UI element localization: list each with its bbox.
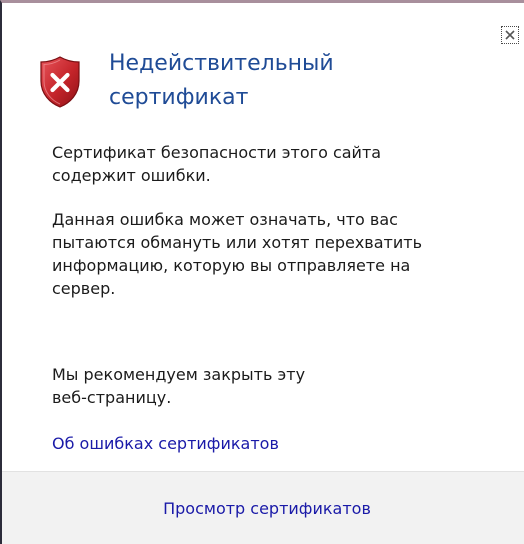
dialog-title: Недействительный сертификат <box>109 47 409 115</box>
close-icon <box>505 30 515 40</box>
certificate-risk-explanation: Данная ошибка может означать, что вас пы… <box>52 208 492 300</box>
recommendation-text: Мы рекомендуем закрыть эту веб-страницу. <box>52 363 492 409</box>
certificate-errors-link[interactable]: Об ошибках сертификатов <box>52 432 279 455</box>
dialog-footer: Просмотр сертификатов <box>2 471 524 544</box>
certificate-error-dialog: Недействительный сертификат Сертификат б… <box>0 0 524 544</box>
message-line: Сертификат безопасности этого сайта <box>52 143 382 162</box>
explanation-line: сервер. <box>52 279 116 298</box>
title-line-1: Недействительный <box>109 51 334 76</box>
dialog-header: Недействительный сертификат <box>38 47 409 115</box>
explanation-line: пытаются обмануть или хотят перехватить <box>52 233 423 252</box>
recommendation-line: Мы рекомендуем закрыть эту <box>52 365 306 384</box>
title-line-2: сертификат <box>109 85 249 110</box>
view-certificates-link[interactable]: Просмотр сертификатов <box>163 499 371 518</box>
close-button[interactable] <box>501 26 519 44</box>
shield-error-icon <box>40 56 80 108</box>
explanation-line: Данная ошибка может означать, что вас <box>52 210 398 229</box>
message-line: содержит ошибки. <box>52 166 211 185</box>
recommendation-line: веб-страницу. <box>52 388 172 407</box>
certificate-error-message: Сертификат безопасности этого сайта соде… <box>52 141 492 187</box>
explanation-line: информацию, которую вы отправляете на <box>52 256 411 275</box>
